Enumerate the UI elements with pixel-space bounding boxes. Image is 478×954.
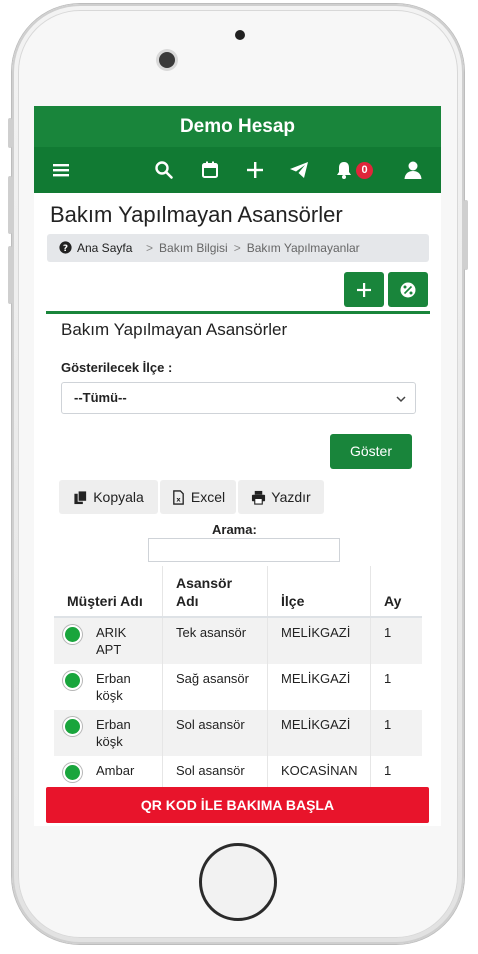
percent-icon bbox=[400, 282, 416, 297]
elevator-cell: Tek asansör bbox=[162, 617, 268, 664]
table-row[interactable]: Erban köşk Sağ asansör MELİKGAZİ 1 bbox=[54, 664, 422, 710]
phone-side-button bbox=[8, 118, 12, 148]
card-title: Bakım Yapılmayan Asansörler bbox=[61, 320, 288, 339]
breadcrumb-item-bakim-yapilmayanlar: Bakım Yapılmayanlar bbox=[246, 241, 360, 255]
user-icon[interactable] bbox=[403, 160, 423, 180]
phone-volume-up bbox=[8, 176, 12, 234]
notification-badge: 0 bbox=[356, 162, 373, 179]
breadcrumb-home-label: Ana Sayfa bbox=[77, 241, 133, 255]
print-button-label: Yazdır bbox=[271, 489, 311, 505]
page-title: Bakım Yapılmayan Asansörler bbox=[50, 202, 343, 227]
customer-cell: Ambar bbox=[54, 756, 163, 788]
svg-text:?: ? bbox=[63, 244, 68, 254]
column-header-customer[interactable]: Müşteri Adı bbox=[54, 566, 163, 618]
status-dot-icon[interactable] bbox=[63, 625, 82, 644]
customer-name: Ambar bbox=[96, 763, 135, 778]
breadcrumb-home[interactable]: ? Ana Sayfa bbox=[59, 234, 132, 262]
add-button[interactable] bbox=[344, 272, 384, 307]
customer-cell: Erban köşk bbox=[54, 710, 163, 756]
table-header-row: Müşteri Adı Asansör Adı İlçe Ay bbox=[54, 566, 422, 618]
month-cell: 1 bbox=[370, 710, 422, 756]
district-cell: MELİKGAZİ bbox=[267, 664, 371, 710]
copy-button[interactable]: Kopyala bbox=[59, 480, 158, 514]
customer-name: Erban köşk bbox=[96, 671, 131, 703]
column-header-month[interactable]: Ay bbox=[370, 566, 422, 618]
calendar-icon[interactable] bbox=[200, 160, 220, 180]
qr-start-maintenance-button[interactable]: QR KOD İLE BAKIMA BAŞLA bbox=[46, 787, 429, 823]
send-icon[interactable] bbox=[289, 160, 309, 180]
column-header-district[interactable]: İlçe bbox=[267, 566, 371, 618]
print-icon bbox=[252, 490, 266, 505]
customer-cell: ARIK APT bbox=[54, 617, 163, 664]
breadcrumb-separator: > bbox=[233, 241, 241, 255]
app-title: Demo Hesap bbox=[34, 106, 441, 147]
breadcrumb-item-bakim-bilgisi[interactable]: Bakım Bilgisi bbox=[159, 241, 228, 255]
district-select-value: --Tümü-- bbox=[74, 390, 127, 405]
elevator-cell: Sol asansör bbox=[162, 710, 268, 756]
chevron-down-icon bbox=[396, 396, 406, 403]
search-label: Arama: bbox=[212, 522, 257, 537]
customer-cell: Erban köşk bbox=[54, 664, 163, 710]
plus-icon bbox=[357, 282, 371, 297]
elevator-cell: Sağ asansör bbox=[162, 664, 268, 710]
breadcrumb-trail: > Bakım Bilgisi > Bakım Yapılmayanlar bbox=[140, 234, 360, 262]
show-button[interactable]: Göster bbox=[330, 434, 412, 469]
copy-icon bbox=[74, 489, 88, 504]
district-cell: KOCASİNAN bbox=[267, 756, 371, 788]
file-excel-icon: x bbox=[173, 489, 184, 505]
status-dot-icon[interactable] bbox=[63, 671, 82, 690]
table-row[interactable]: Ambar Sol asansör KOCASİNAN 1 bbox=[54, 756, 422, 788]
customer-name: Erban köşk bbox=[96, 717, 131, 749]
phone-camera bbox=[159, 52, 175, 68]
phone-home-button[interactable] bbox=[199, 843, 277, 921]
excel-button-label: Excel bbox=[190, 489, 226, 505]
elevator-cell: Sol asansör bbox=[162, 756, 268, 788]
district-cell: MELİKGAZİ bbox=[267, 617, 371, 664]
print-button[interactable]: Yazdır bbox=[238, 480, 324, 514]
phone-speaker bbox=[235, 30, 245, 40]
copy-button-label: Kopyala bbox=[93, 489, 144, 505]
search-icon[interactable] bbox=[154, 160, 174, 180]
app-screen: Demo Hesap 0 Bakım Yapılmayan Asansörler… bbox=[34, 106, 441, 826]
customer-name: ARIK APT bbox=[96, 625, 127, 657]
phone-volume-down bbox=[8, 246, 12, 304]
percent-button[interactable] bbox=[388, 272, 428, 307]
month-cell: 1 bbox=[384, 671, 392, 686]
plus-icon[interactable] bbox=[245, 160, 265, 180]
table-row[interactable]: ARIK APT Tek asansör MELİKGAZİ 1 bbox=[54, 617, 422, 664]
status-dot-icon[interactable] bbox=[63, 717, 82, 736]
table-row[interactable]: Erban köşk Sol asansör MELİKGAZİ 1 bbox=[54, 710, 422, 756]
district-cell: MELİKGAZİ bbox=[267, 710, 371, 756]
district-select[interactable]: --Tümü-- bbox=[61, 382, 416, 414]
breadcrumb-separator: > bbox=[146, 241, 154, 255]
card-top-border bbox=[46, 311, 430, 314]
district-filter-label: Gösterilecek İlçe : bbox=[61, 360, 173, 375]
bell-icon[interactable] bbox=[334, 160, 354, 180]
menu-icon[interactable] bbox=[51, 160, 71, 180]
month-cell: 1 bbox=[370, 617, 422, 664]
status-dot-icon[interactable] bbox=[63, 763, 82, 782]
phone-power-button bbox=[464, 200, 468, 270]
elevators-table: Müşteri Adı Asansör Adı İlçe Ay ARIK APT… bbox=[54, 566, 422, 788]
excel-button[interactable]: x Excel bbox=[160, 480, 236, 514]
breadcrumb: ? Ana Sayfa > Bakım Bilgisi > Bakım Yapılmay… bbox=[47, 234, 429, 262]
svg-text:x: x bbox=[176, 495, 181, 503]
month-cell: 1 bbox=[384, 763, 392, 778]
column-header-elevator[interactable]: Asansör Adı bbox=[162, 566, 268, 618]
search-input[interactable] bbox=[148, 538, 340, 562]
nav-bar: 0 bbox=[34, 147, 441, 193]
question-circle-icon: ? bbox=[59, 241, 72, 254]
